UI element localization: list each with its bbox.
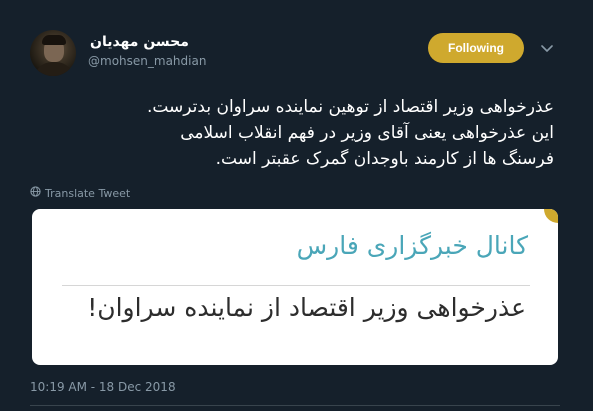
tweet-timestamp[interactable]: 10:19 AM - 18 Dec 2018	[30, 380, 176, 394]
avatar-shoulders	[34, 62, 74, 76]
avatar[interactable]	[30, 30, 76, 76]
tweet-text: عذرخواهی وزیر اقتصاد از توهین نماینده سر…	[34, 94, 554, 172]
media-corner-accent	[544, 209, 558, 223]
author-handle[interactable]: @mohsen_mahdian	[88, 54, 206, 68]
divider	[30, 405, 560, 406]
tweet-text-line: عذرخواهی وزیر اقتصاد از توهین نماینده سر…	[146, 97, 554, 117]
media-card[interactable]: کانال خبرگزاری فارس عذرخواهی وزیر اقتصاد…	[32, 209, 558, 365]
translate-tweet-link[interactable]: Translate Tweet	[30, 186, 130, 200]
tweet-text-line: این عذرخواهی یعنی آقای وزیر در فهم انقلا…	[180, 123, 554, 143]
tweet-text-line: فرسنگ ها از کارمند باوجدان گمرک عقبتر اس…	[215, 149, 554, 169]
tweet-container: محسن مهدیان @mohsen_mahdian Following عذ…	[0, 0, 593, 411]
media-card-body: عذرخواهی وزیر اقتصاد از نماینده سراوان!	[87, 293, 526, 322]
translate-tweet-label: Translate Tweet	[45, 186, 131, 200]
following-button[interactable]: Following	[428, 33, 524, 63]
chevron-down-icon[interactable]	[540, 42, 554, 56]
globe-icon	[30, 186, 41, 200]
author-display-name[interactable]: محسن مهدیان	[90, 34, 189, 50]
media-card-divider	[62, 285, 530, 286]
avatar-hair	[42, 35, 66, 45]
media-card-title: کانال خبرگزاری فارس	[296, 231, 528, 260]
